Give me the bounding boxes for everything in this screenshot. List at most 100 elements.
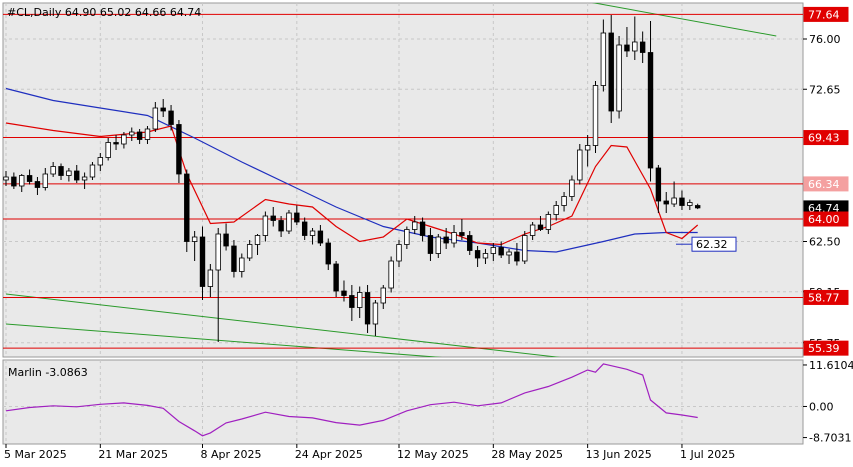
candle-body: [404, 229, 410, 245]
y-tick-label: 72.65: [809, 83, 841, 96]
price-level-label: 55.39: [808, 342, 840, 355]
candle-body: [58, 166, 64, 176]
candle-body: [380, 287, 386, 304]
candle-body: [168, 110, 174, 125]
candle-body: [396, 244, 402, 262]
candle-body: [97, 157, 104, 166]
candle-body: [584, 145, 591, 151]
oscillator-title: Marlin -3.0863: [8, 366, 88, 379]
candle-body: [254, 235, 261, 245]
candle-body: [113, 142, 119, 145]
candle-body: [301, 221, 308, 236]
candle-body: [553, 205, 559, 215]
x-tick-label: 12 May 2025: [397, 448, 469, 461]
candle-body: [278, 220, 284, 232]
candle-body: [66, 170, 72, 176]
osc-tick-label: -8.7031: [809, 432, 851, 445]
price-level-label: 77.64: [808, 8, 840, 21]
candle-body: [160, 107, 166, 112]
candle-body: [435, 236, 441, 254]
candle-body: [616, 44, 622, 112]
price-level-label: 62.32: [696, 238, 728, 251]
candle-body: [427, 235, 434, 254]
candle-body: [121, 134, 127, 145]
candle-body: [639, 41, 646, 53]
candle-body: [325, 242, 331, 265]
candle-body: [600, 32, 607, 86]
y-tick-label: 76.00: [809, 33, 841, 46]
candle-body: [506, 251, 512, 256]
candle-body: [81, 176, 88, 181]
candle-body: [372, 302, 379, 325]
candle-body: [129, 131, 135, 136]
price-level-label: 64.00: [808, 213, 840, 226]
candle-body: [655, 167, 662, 202]
candle-body: [569, 179, 575, 197]
x-tick-label: 28 May 2025: [491, 448, 563, 461]
candle-body: [317, 230, 324, 244]
candle-body: [3, 176, 9, 181]
symbol-header: #CL,Daily 64.90 65.02 64.66 64.74: [7, 6, 201, 19]
candle-body: [136, 131, 143, 140]
candle-body: [482, 253, 489, 259]
candle-body: [577, 149, 583, 181]
candle-body: [459, 232, 465, 236]
candle-body: [333, 263, 339, 292]
candle-body: [545, 214, 552, 230]
candle-body: [50, 166, 56, 175]
candle-body: [349, 295, 355, 308]
price-level-label: 69.43: [808, 132, 840, 145]
candle-body: [239, 257, 245, 272]
candle-body: [443, 236, 449, 244]
candle-body: [647, 52, 654, 169]
oscillator-pane: [2, 359, 804, 445]
candle-body: [176, 124, 182, 175]
chart-canvas: 5 Mar 2025 21 Mar 2025 8 Apr 2025 24 Apr 20…: [0, 0, 853, 467]
price-level-label: 58.77: [808, 291, 840, 304]
candle-body: [74, 170, 80, 181]
candle-body: [474, 250, 481, 259]
candle-body: [184, 173, 190, 242]
x-tick-label: 5 Mar 2025: [4, 448, 67, 461]
candle-body: [522, 235, 528, 262]
y-tick-label: 62.50: [809, 236, 841, 249]
candle-body: [679, 197, 685, 206]
x-tick-label: 21 Mar 2025: [98, 448, 168, 461]
candle-body: [199, 236, 206, 287]
candle-body: [467, 235, 473, 251]
candle-body: [207, 269, 214, 287]
candle-body: [498, 247, 504, 256]
candle-body: [608, 32, 614, 112]
candle-body: [105, 142, 111, 158]
price-level-label: 66.34: [808, 178, 840, 191]
candle-body: [26, 175, 33, 182]
candle-body: [364, 292, 371, 325]
candle-body: [89, 164, 96, 178]
candle-body: [490, 247, 497, 254]
candle-body: [246, 244, 253, 259]
candle-body: [514, 251, 520, 262]
candle-body: [11, 176, 17, 187]
candle-body: [687, 202, 693, 206]
candle-body: [451, 232, 457, 244]
osc-tick-label: 0.00: [809, 400, 834, 413]
candle-body: [294, 212, 300, 223]
osc-tick-label: 11.6104: [809, 359, 853, 372]
x-tick-label: 13 Jun 2025: [586, 448, 652, 461]
candle-body: [309, 230, 316, 236]
candle-body: [144, 128, 151, 140]
candle-body: [624, 44, 630, 52]
x-tick-label: 24 Apr 2025: [295, 448, 363, 461]
candle-body: [286, 212, 292, 232]
candle-body: [592, 85, 599, 146]
candle-body: [632, 41, 638, 52]
candle-body: [34, 181, 41, 188]
candle-body: [341, 290, 347, 296]
candle-body: [671, 197, 677, 205]
candle-body: [215, 233, 221, 271]
candle-body: [561, 196, 567, 206]
candle-body: [262, 215, 269, 236]
candle-body: [191, 236, 198, 242]
candle-body: [412, 221, 418, 230]
x-tick-label: 1 Jul 2025: [680, 448, 735, 461]
